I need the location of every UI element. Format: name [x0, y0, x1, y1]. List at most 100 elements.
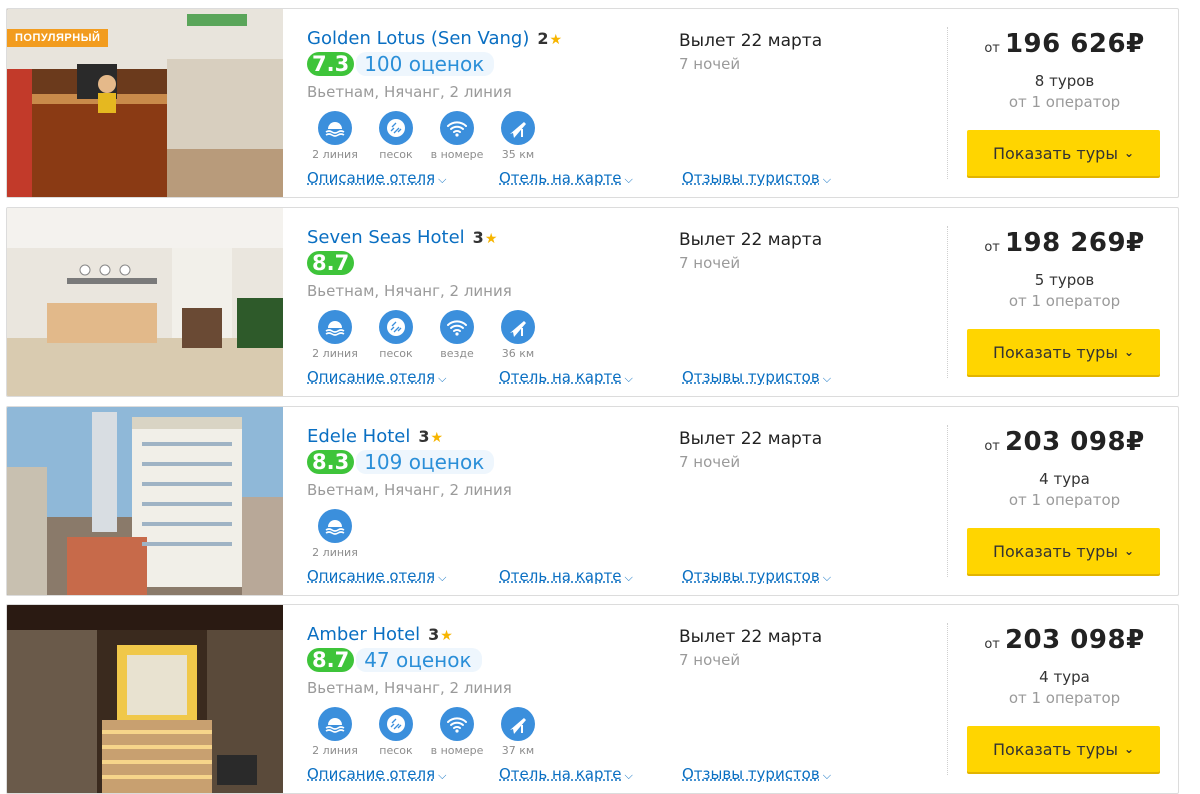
- star-icon: ★: [549, 32, 563, 48]
- price: от 203 098₽: [949, 625, 1178, 655]
- map-link[interactable]: Отель на карте ⌵: [499, 368, 682, 386]
- show-tours-label: Показать туры: [992, 342, 1118, 362]
- show-tours-button[interactable]: Показать туры ⌄: [967, 528, 1160, 574]
- hotel-photo[interactable]: популярный: [7, 9, 283, 197]
- rating-badge: 8.7: [307, 648, 355, 672]
- price-value: 196 626₽: [1004, 29, 1145, 59]
- chevron-down-icon: ⌄: [1123, 345, 1135, 359]
- amenity-sand: песок: [368, 310, 424, 360]
- reviews-link[interactable]: Отзывы туристов ⌵: [682, 169, 831, 187]
- title-row: Amber Hotel 3★: [307, 624, 453, 645]
- title-row: Edele Hotel 3★: [307, 426, 443, 447]
- amenity-wifi: везде: [429, 310, 485, 360]
- reviews-link-label: Отзывы туристов: [682, 169, 820, 187]
- amenity-airport: 35 км: [490, 111, 546, 161]
- amenity-label: везде: [440, 347, 474, 360]
- reviews-count[interactable]: 109 оценок: [356, 450, 495, 474]
- price: от 198 269₽: [949, 228, 1178, 258]
- reviews-count[interactable]: 100 оценок: [356, 52, 495, 76]
- hotel-info: Golden Lotus (Sen Vang) 2★ 7.3 100 оцено…: [307, 9, 947, 197]
- chevron-down-icon: ⌵: [438, 769, 447, 782]
- show-tours-button[interactable]: Показать туры ⌄: [967, 130, 1160, 176]
- amenity-label: песок: [379, 744, 413, 757]
- hotel-name[interactable]: Golden Lotus (Sen Vang): [307, 28, 529, 49]
- airport-icon: [501, 310, 535, 344]
- chevron-down-icon: ⌵: [624, 173, 633, 186]
- show-tours-button[interactable]: Показать туры ⌄: [967, 329, 1160, 375]
- amenity-label: песок: [379, 148, 413, 161]
- amenity-label: 2 линия: [312, 744, 358, 757]
- price-from: от: [984, 439, 1000, 454]
- description-link[interactable]: Описание отеля ⌵: [307, 169, 499, 187]
- hotel-name[interactable]: Seven Seas Hotel: [307, 227, 465, 248]
- amenity-label: 37 км: [501, 744, 535, 757]
- description-link-label: Описание отеля: [307, 169, 436, 187]
- price-column: от 196 626₽ 8 туров от 1 оператор Показа…: [949, 9, 1178, 197]
- map-link-label: Отель на карте: [499, 567, 622, 585]
- rating-row: 7.3 100 оценок: [307, 52, 495, 76]
- operators-count: от 1 оператор: [1008, 93, 1121, 111]
- column-divider: [947, 27, 948, 179]
- map-link[interactable]: Отель на карте ⌵: [499, 567, 682, 585]
- price-column: от 203 098₽ 4 тура от 1 оператор Показат…: [949, 407, 1178, 595]
- map-link[interactable]: Отель на карте ⌵: [499, 169, 682, 187]
- departure-date: Вылет 22 марта: [679, 31, 823, 51]
- description-link[interactable]: Описание отеля ⌵: [307, 567, 499, 585]
- hotel-info: Seven Seas Hotel 3★ 8.7 Вьетнам, Нячанг,…: [307, 208, 947, 396]
- hotel-photo[interactable]: [7, 407, 283, 595]
- amenity-label: 36 км: [501, 347, 535, 360]
- hotel-card: популярный Golden Lotus (Sen Vang) 2★ 7.…: [6, 8, 1179, 198]
- amenity-wifi: в номере: [429, 111, 485, 161]
- hotel-name[interactable]: Edele Hotel: [307, 426, 410, 447]
- chevron-down-icon: ⌵: [438, 372, 447, 385]
- hotel-location: Вьетнам, Нячанг, 2 линия: [307, 679, 512, 697]
- column-divider: [947, 226, 948, 378]
- tours-count: 4 тура: [1039, 668, 1090, 686]
- reviews-count[interactable]: 47 оценок: [356, 648, 482, 672]
- departure-date: Вылет 22 марта: [679, 230, 823, 250]
- title-row: Golden Lotus (Sen Vang) 2★: [307, 28, 562, 49]
- description-link-label: Описание отеля: [307, 567, 436, 585]
- hotel-card: Amber Hotel 3★ 8.7 47 оценок Вьетнам, Ня…: [6, 604, 1179, 794]
- sand-icon: [379, 111, 413, 145]
- amenity-line: 2 линия: [307, 707, 363, 757]
- hotel-photo[interactable]: [7, 208, 283, 396]
- reviews-link[interactable]: Отзывы туристов ⌵: [682, 567, 831, 585]
- description-link-label: Описание отеля: [307, 765, 436, 783]
- show-tours-button[interactable]: Показать туры ⌄: [967, 726, 1160, 772]
- wifi-icon: [440, 111, 474, 145]
- column-divider: [947, 425, 948, 577]
- chevron-down-icon: ⌄: [1123, 146, 1135, 160]
- amenity-line: 2 линия: [307, 509, 363, 559]
- description-link[interactable]: Описание отеля ⌵: [307, 368, 499, 386]
- stars-count: 3: [418, 427, 430, 446]
- amenities: 2 линия песок везде 36 км: [307, 310, 551, 360]
- operators-count: от 1 оператор: [1008, 689, 1121, 707]
- price: от 196 626₽: [949, 29, 1178, 59]
- chevron-down-icon: ⌵: [822, 372, 832, 385]
- reviews-link[interactable]: Отзывы туристов ⌵: [682, 765, 831, 783]
- hotel-list: популярный Golden Lotus (Sen Vang) 2★ 7.…: [0, 0, 1200, 794]
- stars-count: 3: [428, 625, 440, 644]
- beach-icon: [318, 707, 352, 741]
- hotel-name[interactable]: Amber Hotel: [307, 624, 420, 645]
- price-column: от 203 098₽ 4 тура от 1 оператор Показат…: [949, 605, 1178, 793]
- amenity-label: 2 линия: [312, 148, 358, 161]
- beach-icon: [318, 111, 352, 145]
- beach-icon: [318, 509, 352, 543]
- reviews-link-label: Отзывы туристов: [682, 368, 820, 386]
- hotel-stars: 3★: [418, 427, 443, 446]
- nights-count: 7 ночей: [679, 453, 741, 471]
- description-link[interactable]: Описание отеля ⌵: [307, 765, 499, 783]
- reviews-link-label: Отзывы туристов: [682, 765, 820, 783]
- hotel-location: Вьетнам, Нячанг, 2 линия: [307, 83, 512, 101]
- show-tours-label: Показать туры: [992, 541, 1118, 561]
- tours-count: 8 туров: [1034, 72, 1095, 90]
- departure-info: Вылет 22 марта 7 ночей: [679, 230, 822, 272]
- hotel-photo[interactable]: [7, 605, 283, 793]
- description-link-label: Описание отеля: [307, 368, 436, 386]
- rating-badge: 7.3: [307, 52, 355, 76]
- reviews-link[interactable]: Отзывы туристов ⌵: [682, 368, 831, 386]
- map-link[interactable]: Отель на карте ⌵: [499, 765, 682, 783]
- airport-icon: [501, 707, 535, 741]
